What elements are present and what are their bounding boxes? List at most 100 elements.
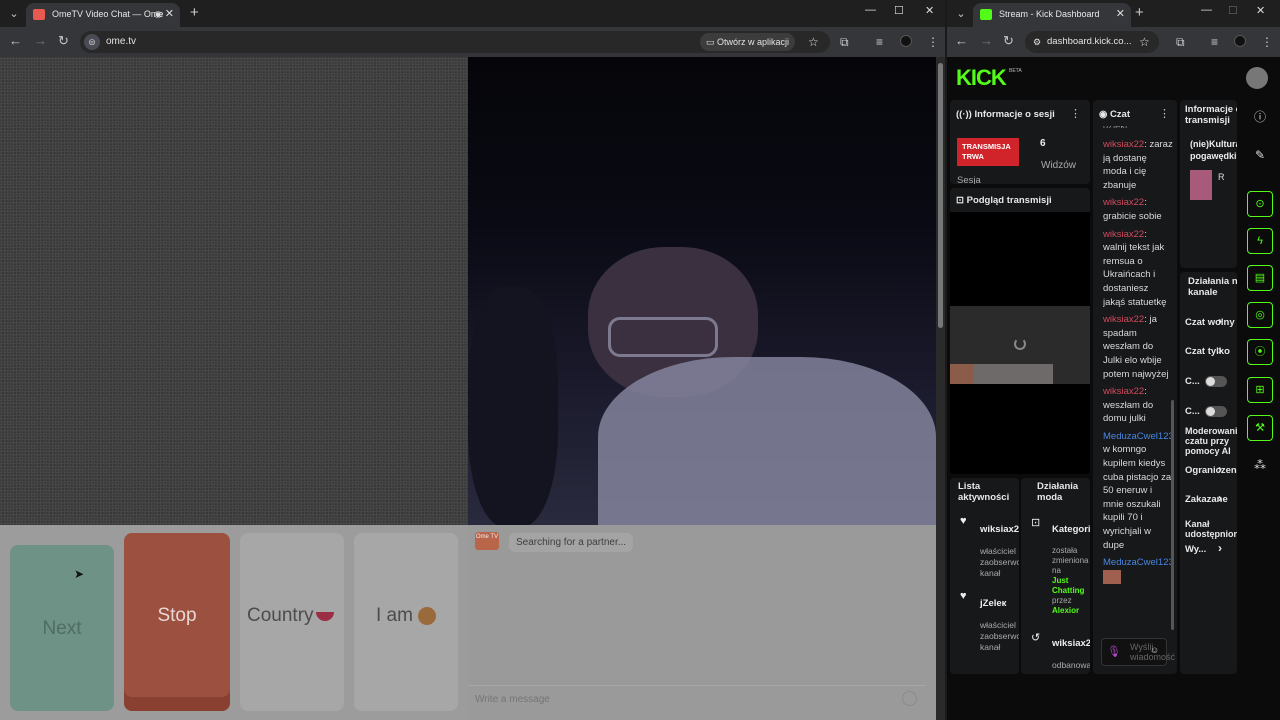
close-tab-icon[interactable]: ✕ (1116, 3, 1125, 25)
kick-logo[interactable]: KICK (956, 65, 1007, 91)
page-scrollbar[interactable] (936, 57, 945, 720)
panel-menu-icon[interactable]: ⋮ (1159, 107, 1170, 120)
chat-username[interactable]: wiksiax22 (1103, 229, 1144, 240)
media-control-icon[interactable]: ≡ (1211, 35, 1218, 49)
open-in-app-button[interactable]: ▭ Otwórz w aplikacji (700, 33, 796, 51)
mod-action-text: odbanowany (1052, 660, 1090, 670)
next-button[interactable]: Next ➤ (10, 545, 114, 711)
emote-icon[interactable]: ☺ (1150, 645, 1159, 655)
maximize-button[interactable]: ☐ (1228, 4, 1238, 17)
wrench-icon[interactable]: ⚒ (1247, 415, 1273, 441)
chat-input[interactable]: 🎙 Wyślij wiadomość ☺ (1101, 638, 1175, 666)
chevron-right-icon[interactable]: › (1218, 314, 1222, 328)
chat-icon[interactable]: ◎ (1247, 302, 1273, 328)
chat-username[interactable]: MeduzaCwel123 (1103, 431, 1173, 442)
extensions-icon[interactable]: ⧉ (840, 35, 849, 50)
ometv-logo: Ome TV (475, 532, 499, 550)
profile-avatar[interactable] (900, 35, 912, 47)
address-bar[interactable]: ⚙ dashboard.kick.co... ☆ (1025, 31, 1159, 53)
activity-list-panel: Lista aktywności ♥ wiksiax22 właściciel … (950, 478, 1019, 674)
tab-search-button[interactable]: ⌄ (951, 4, 971, 24)
chevron-right-icon[interactable]: › (1218, 541, 1222, 555)
site-info-icon[interactable]: ⊜ (84, 34, 100, 50)
lightning-icon[interactable]: ϟ (1247, 228, 1273, 254)
new-tab-button[interactable]: + (190, 4, 199, 21)
chat-username[interactable]: wiksiax22 (1103, 314, 1144, 325)
site-info-icon[interactable]: ⚙ (1033, 31, 1041, 53)
dots-icon[interactable]: ⁂ (1247, 452, 1273, 478)
action-more[interactable]: Wy... (1185, 544, 1206, 555)
bookmark-star-icon[interactable]: ☆ (1139, 31, 1150, 53)
country-button[interactable]: Country (240, 533, 344, 711)
chevron-right-icon[interactable]: › (1218, 491, 1222, 505)
country-flag-icon (316, 612, 334, 621)
close-window-button[interactable]: ✕ (1256, 4, 1265, 17)
viewers-label: Widzów (1041, 160, 1077, 171)
chat-username[interactable]: MeduzaCwel123 (1103, 557, 1173, 568)
chat-message: wiksiax22: grabicie sobie (1103, 197, 1162, 222)
session-label: Sesja (957, 175, 981, 184)
chat-message-input[interactable] (468, 685, 926, 713)
chat-messages[interactable]: dzięki wiksiax22: zaraz ją dostanę moda … (1103, 120, 1173, 640)
mod-action-title: Kategoria (1052, 524, 1090, 535)
chevron-right-icon[interactable]: › (1218, 462, 1222, 476)
chat-message: wiksiax22: zaraz ją dostanę moda i cię z… (1103, 139, 1173, 191)
tab-ometv[interactable]: OmeTV Video Chat — Ome ◉ ✕ (26, 3, 180, 27)
tab-title: OmeTV Video Chat — Ome (52, 9, 164, 19)
action-restrictions[interactable]: Ograniczenia (1185, 465, 1237, 476)
reload-icon[interactable]: ↻ (58, 33, 69, 49)
profile-avatar[interactable] (1234, 35, 1246, 47)
category-thumbnail (1190, 170, 1212, 200)
self-camera-video (468, 57, 936, 525)
extensions-icon[interactable]: ⧉ (1176, 35, 1185, 50)
stop-button[interactable]: Stop (124, 533, 230, 711)
media-control-icon[interactable]: ≡ (876, 35, 883, 49)
person-hoodie (598, 357, 936, 525)
open-in-app-label: Otwórz w aplikacji (717, 37, 790, 47)
minimize-button[interactable]: — (1201, 4, 1212, 16)
info-icon[interactable]: ⓘ (1247, 104, 1273, 130)
chat-username[interactable]: wiksiax22 (1103, 139, 1144, 150)
panel-menu-icon[interactable]: ⋮ (1070, 107, 1081, 120)
action-toggle-1[interactable] (1205, 376, 1227, 387)
tab-kick[interactable]: Stream - Kick Dashboard ✕ (973, 3, 1131, 27)
media-icon[interactable]: ⊞ (1247, 377, 1273, 403)
action-slow-chat[interactable]: Czat wolny (1185, 317, 1235, 328)
tab-search-button[interactable]: ⌄ (4, 4, 24, 24)
scrollbar-thumb[interactable] (938, 63, 943, 328)
edit-icon[interactable]: ✎ (1247, 142, 1273, 168)
menu-kebab-icon[interactable]: ⋮ (927, 35, 939, 49)
action-followers-chat[interactable]: Czat tylko (1185, 346, 1230, 357)
chevron-right-icon[interactable]: › (1218, 343, 1222, 357)
bookmark-star-icon[interactable]: ☆ (808, 31, 819, 53)
broadcast-icon[interactable]: ⦿ (1247, 339, 1273, 365)
chat-username[interactable]: wiksiax22 (1103, 197, 1144, 208)
target-icon[interactable]: ⊙ (1247, 191, 1273, 217)
menu-kebab-icon[interactable]: ⋮ (1261, 35, 1273, 49)
close-window-button[interactable]: ✕ (925, 4, 934, 17)
back-icon[interactable]: ← (9, 33, 22, 48)
gender-avatar-icon (418, 607, 436, 625)
close-tab-icon[interactable]: ✕ (165, 3, 174, 25)
address-bar[interactable]: ⊜ ome.tv ▭ Otwórz w aplikacji ☆ (80, 31, 830, 53)
chat-scrollbar[interactable] (1171, 400, 1174, 630)
chat-message: MeduzaCwel123: (1103, 556, 1173, 584)
user-avatar[interactable] (1246, 67, 1268, 89)
action-shared-channel[interactable]: Kanał udostępniony (1185, 519, 1237, 539)
minimize-button[interactable]: — (865, 4, 876, 16)
chat-username[interactable]: wiksiax22 (1103, 386, 1144, 397)
i-am-button[interactable]: I am (354, 533, 458, 711)
document-icon[interactable]: ▤ (1247, 265, 1273, 291)
new-tab-button[interactable]: + (1135, 4, 1144, 21)
action-toggle-2[interactable] (1205, 406, 1227, 417)
forward-icon[interactable]: → (34, 33, 47, 48)
maximize-button[interactable]: ☐ (894, 4, 904, 17)
back-icon[interactable]: ← (955, 33, 968, 48)
kick-favicon (980, 9, 992, 20)
emoji-icon[interactable] (902, 691, 917, 706)
channel-actions-panel: Działania na kanale Czat wolny› Czat tyl… (1180, 272, 1237, 674)
microphone-icon[interactable]: 🎙 (1107, 645, 1121, 658)
action-ai-moderation[interactable]: Moderowanie czatu przy pomocy AI (1185, 426, 1237, 456)
reload-icon[interactable]: ↻ (1003, 33, 1014, 49)
forward-icon[interactable]: → (980, 33, 993, 48)
